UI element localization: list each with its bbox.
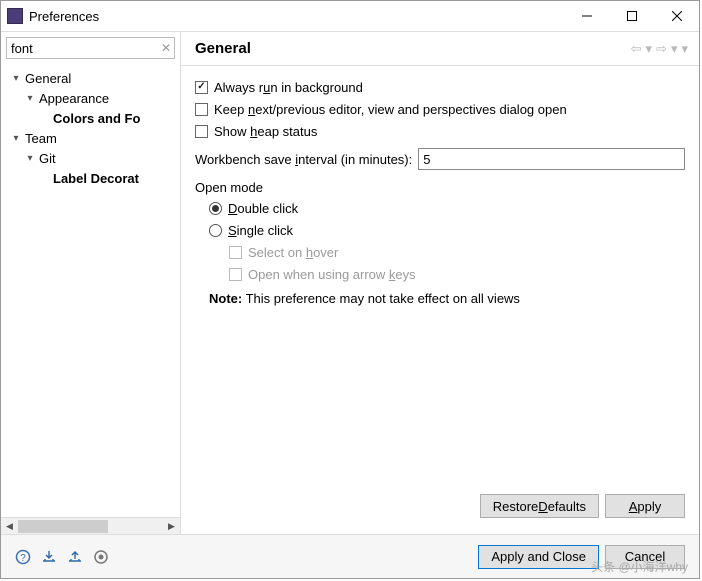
checkbox-icon [195, 125, 208, 138]
checkbox-icon [229, 268, 242, 281]
svg-text:?: ? [20, 553, 26, 564]
close-button[interactable] [654, 2, 699, 30]
tree-item-appearance[interactable]: ▾Appearance [9, 88, 180, 108]
help-icon[interactable]: ? [15, 549, 31, 565]
horizontal-scrollbar[interactable]: ◀ ▶ [1, 517, 180, 534]
view-menu-icon[interactable]: ▾ [680, 41, 689, 57]
single-click-radio[interactable]: Single click [195, 219, 685, 241]
page-title: General [195, 40, 630, 57]
open-arrow-keys-checkbox: Open when using arrow keys [195, 263, 685, 285]
back-icon[interactable]: ⇦ [630, 41, 643, 57]
maximize-button[interactable] [609, 2, 654, 30]
preferences-window: Preferences ✕ ▾General ▾Appearance [0, 0, 700, 579]
clear-filter-icon[interactable]: ✕ [161, 41, 171, 55]
eclipse-icon [7, 8, 23, 24]
tree-item-general[interactable]: ▾General [9, 68, 180, 88]
main-panel: General ⇦▾ ⇨▾ ▾ Always run in background [181, 32, 699, 534]
radio-icon [209, 202, 222, 215]
select-on-hover-checkbox: Select on hover [195, 241, 685, 263]
apply-and-close-button[interactable]: Apply and Close [478, 545, 599, 569]
preference-tree[interactable]: ▾General ▾Appearance Colors and Fo ▾Team… [1, 64, 180, 517]
checkbox-icon [195, 81, 208, 94]
save-interval-label: Workbench save interval (in minutes): [195, 152, 412, 167]
import-icon[interactable] [41, 549, 57, 565]
minimize-button[interactable] [564, 2, 609, 30]
tree-item-team[interactable]: ▾Team [9, 128, 180, 148]
oomph-icon[interactable] [93, 549, 109, 565]
chevron-down-icon[interactable]: ▾ [23, 153, 37, 164]
tree-item-label-decorations[interactable]: Label Decorat [9, 168, 180, 188]
keep-next-prev-checkbox[interactable]: Keep next/previous editor, view and pers… [195, 98, 685, 120]
chevron-down-icon[interactable]: ▾ [23, 93, 37, 104]
window-title: Preferences [29, 9, 564, 24]
export-icon[interactable] [67, 549, 83, 565]
save-interval-input[interactable] [418, 148, 685, 170]
double-click-radio[interactable]: Double click [195, 197, 685, 219]
chevron-down-icon[interactable]: ▾ [9, 73, 23, 84]
tree-item-colors-fonts[interactable]: Colors and Fo [9, 108, 180, 128]
show-heap-checkbox[interactable]: Show heap status [195, 120, 685, 142]
scroll-right-icon[interactable]: ▶ [163, 519, 180, 534]
always-run-bg-checkbox[interactable]: Always run in background [195, 76, 685, 98]
back-menu-icon[interactable]: ▾ [645, 41, 654, 57]
cancel-button[interactable]: Cancel [605, 545, 685, 569]
sidebar: ✕ ▾General ▾Appearance Colors and Fo ▾Te… [1, 32, 181, 534]
filter-input[interactable] [6, 37, 175, 59]
chevron-down-icon[interactable]: ▾ [9, 133, 23, 144]
note-text: Note: This preference may not take effec… [195, 291, 685, 306]
tree-item-git[interactable]: ▾Git [9, 148, 180, 168]
titlebar: Preferences [1, 1, 699, 31]
forward-icon[interactable]: ⇨ [655, 41, 668, 57]
checkbox-icon [229, 246, 242, 259]
dialog-footer: ? Apply and Close Cancel [1, 534, 699, 578]
scroll-left-icon[interactable]: ◀ [1, 519, 18, 534]
open-mode-group: Open mode Double click Single click Sele… [195, 180, 685, 306]
radio-icon [209, 224, 222, 237]
restore-defaults-button[interactable]: Restore Defaults [480, 494, 599, 518]
forward-menu-icon[interactable]: ▾ [670, 41, 679, 57]
open-mode-label: Open mode [195, 180, 685, 195]
scroll-thumb[interactable] [18, 520, 108, 533]
checkbox-icon [195, 103, 208, 116]
apply-button[interactable]: Apply [605, 494, 685, 518]
